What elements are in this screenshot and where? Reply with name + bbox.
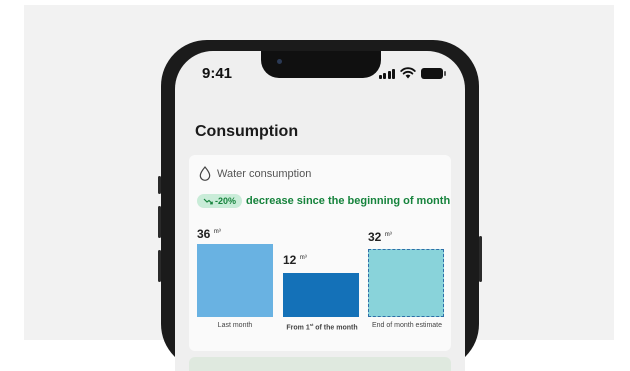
next-card[interactable] — [189, 357, 451, 371]
side-button — [158, 176, 161, 194]
bar-value-number: 36 — [197, 227, 211, 241]
bar-value-this-month: 12 m³ — [283, 253, 307, 267]
water-consumption-card[interactable]: Water consumption -20% decrease since th… — [189, 155, 451, 351]
trend-badge: -20% — [197, 194, 243, 208]
bar-label-tail: of the month — [313, 324, 358, 332]
bar-unit: m³ — [299, 255, 307, 261]
trend-text: decrease since the beginning of month — [246, 195, 451, 207]
bar-label-main: From 1 — [286, 324, 310, 332]
side-button — [158, 250, 161, 282]
signal-icon — [378, 68, 395, 79]
bar-estimate — [368, 249, 444, 317]
water-drop-icon — [199, 166, 211, 181]
trend-badge-value: -20% — [215, 196, 237, 206]
side-button — [479, 236, 482, 282]
side-button — [158, 206, 161, 238]
notch — [261, 51, 381, 78]
phone-screen: 9:41 Consumption Water consumption -20% … — [175, 51, 465, 371]
bar-last-month — [197, 244, 273, 317]
wifi-icon — [400, 67, 416, 79]
bar-label-this-month: From 1st of the month — [281, 322, 363, 331]
bar-label-last-month: Last month — [217, 322, 253, 329]
card-header: Water consumption — [199, 166, 311, 181]
trend-row: -20% decrease since the beginning of mon… — [197, 194, 450, 208]
bar-unit: m³ — [384, 232, 392, 238]
trend-down-icon — [203, 198, 213, 205]
battery-icon — [421, 67, 446, 79]
status-icons — [378, 67, 446, 79]
status-time: 9:41 — [202, 65, 233, 82]
phone-frame: 9:41 Consumption Water consumption -20% … — [158, 40, 482, 371]
bar-this-month — [283, 273, 359, 317]
card-title: Water consumption — [217, 167, 312, 180]
bar-unit: m³ — [213, 229, 221, 235]
bar-value-number: 32 — [368, 230, 382, 244]
bar-value-last-month: 36 m³ — [197, 227, 221, 241]
bar-value-estimate: 32 m³ — [368, 230, 392, 244]
page-title: Consumption — [195, 123, 299, 140]
bar-label-estimate: End of month estimate — [371, 322, 443, 329]
bar-value-number: 12 — [283, 253, 297, 267]
camera-icon — [277, 59, 282, 64]
